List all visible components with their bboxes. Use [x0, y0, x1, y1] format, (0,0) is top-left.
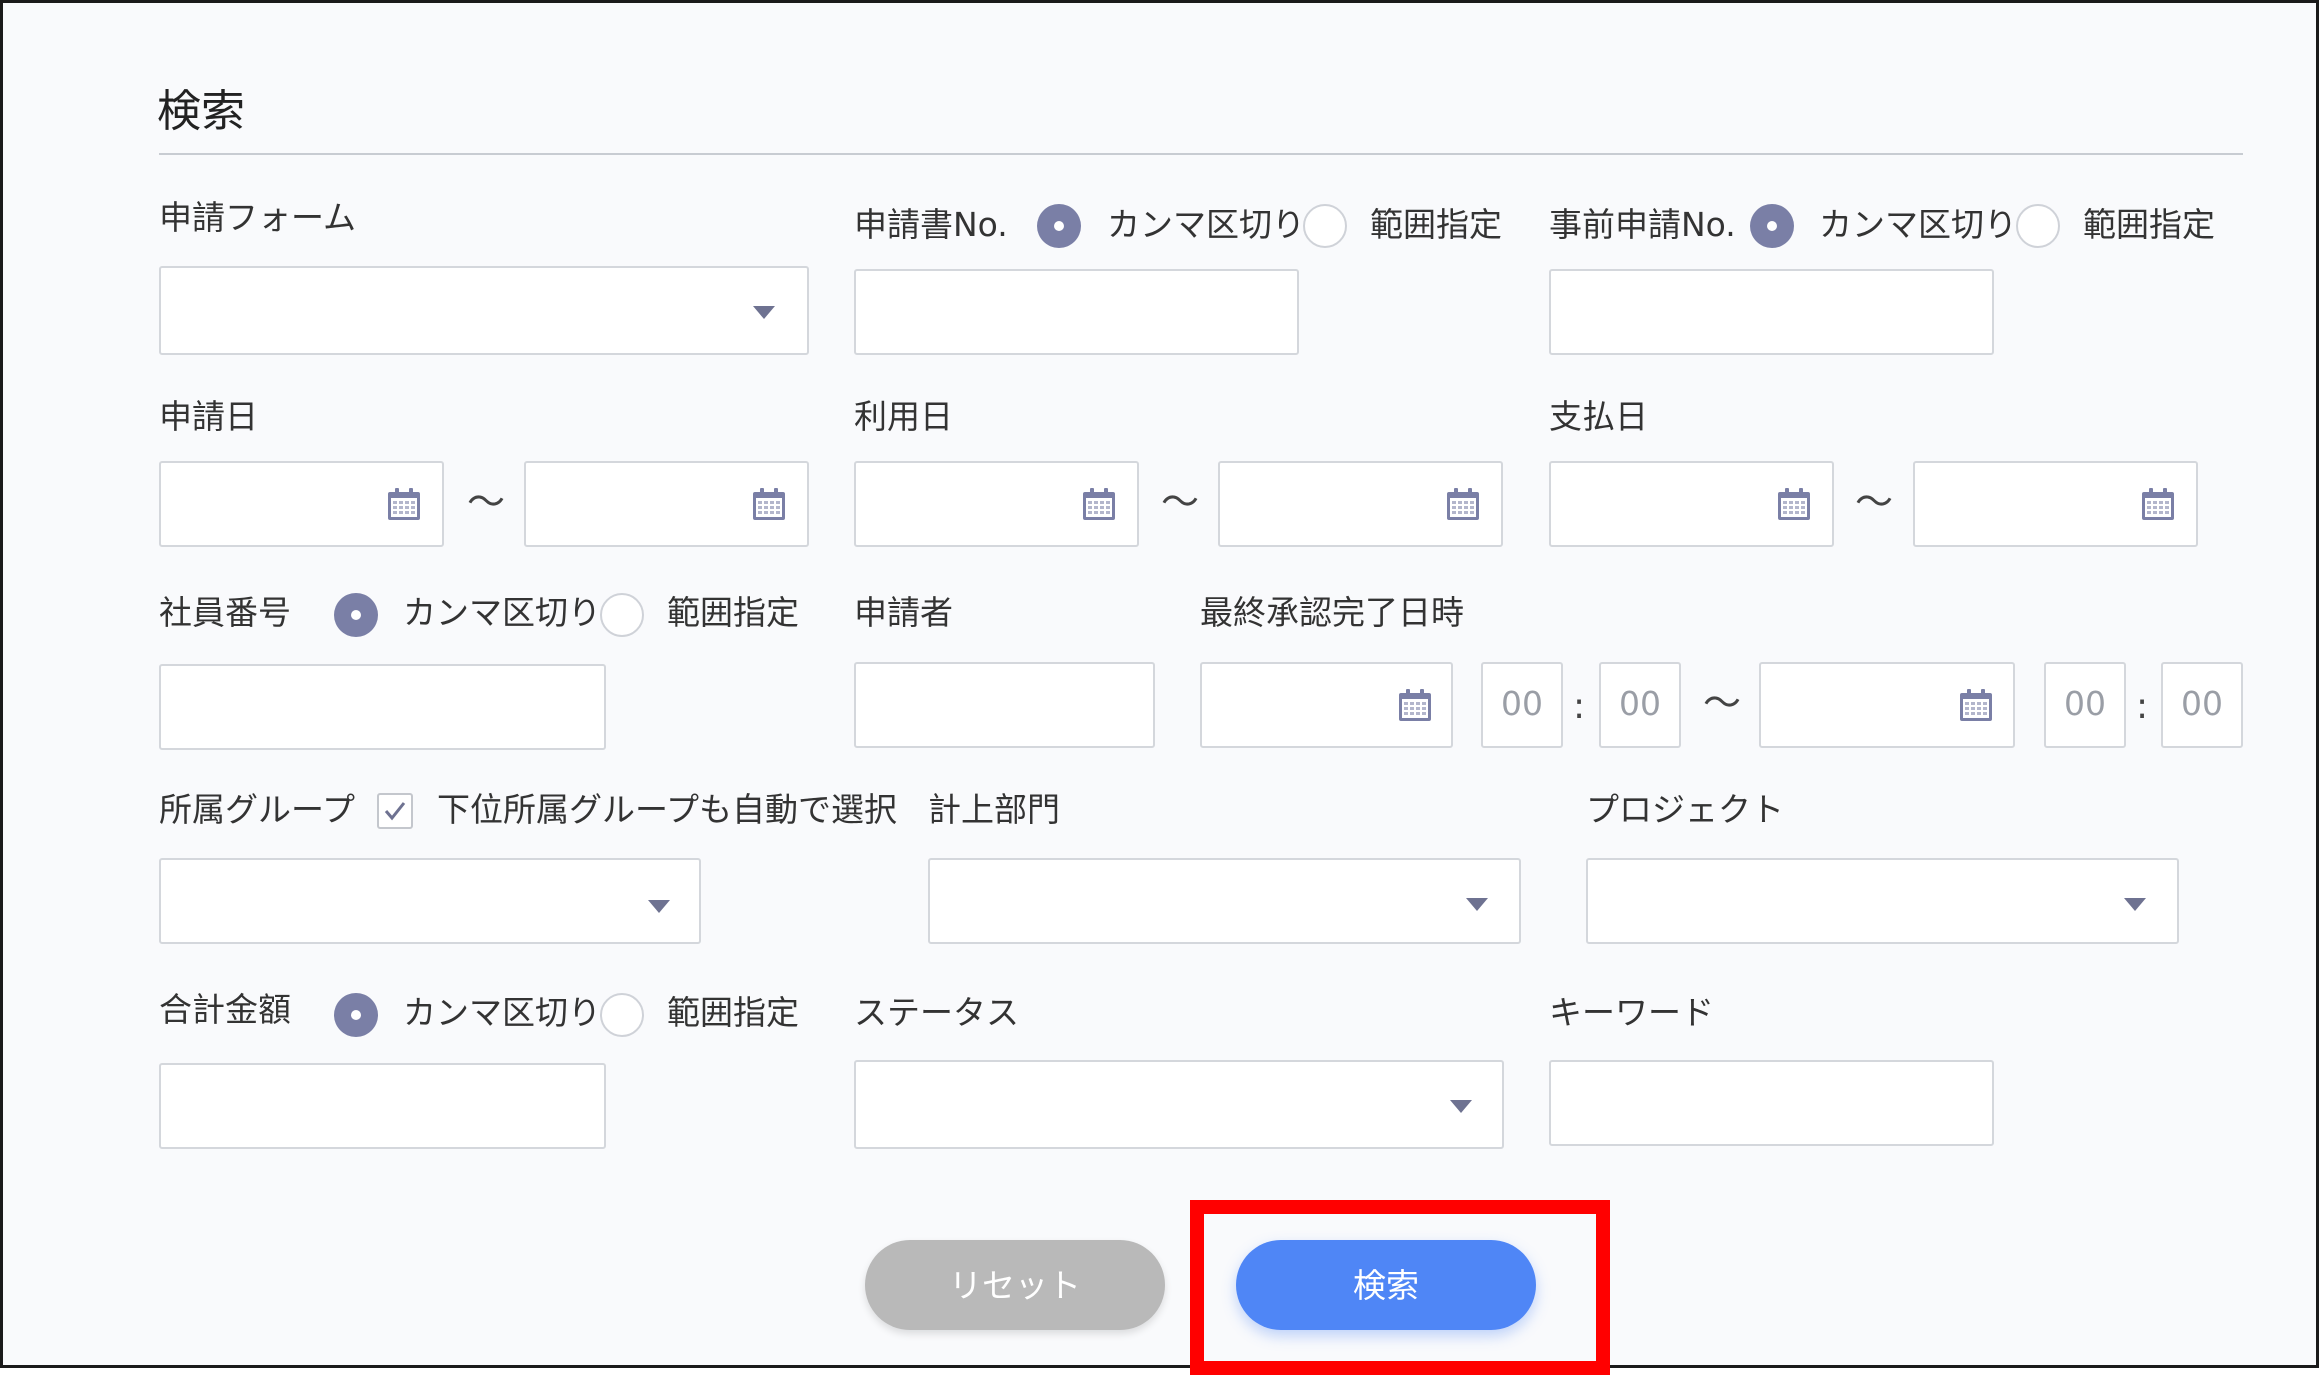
employee-no-comma-label: カンマ区切り [403, 593, 601, 632]
form-select[interactable] [159, 266, 809, 355]
total-range-radio[interactable] [600, 993, 644, 1037]
app-no-label: 申請書No. [854, 205, 1008, 244]
dept-label: 計上部門 [928, 790, 1060, 829]
dept-select[interactable] [928, 858, 1521, 944]
pay-date-label: 支払日 [1549, 397, 1648, 436]
pre-app-no-comma-radio[interactable] [1750, 204, 1794, 248]
chevron-down-icon [1466, 898, 1488, 911]
check-icon [384, 802, 406, 821]
total-input[interactable] [159, 1063, 606, 1149]
final-approval-hour-from[interactable]: 00 [1481, 662, 1563, 748]
search-panel: 検索 申請フォーム 申請書No. カンマ区切り 範囲指定 事前申請No. カンマ… [0, 0, 2319, 1368]
calendar-icon[interactable] [1959, 688, 1993, 722]
title-divider [159, 153, 2243, 155]
chevron-down-icon [2124, 898, 2146, 911]
chevron-down-icon [1450, 1100, 1472, 1113]
apply-date-to[interactable] [524, 461, 809, 547]
use-date-from[interactable] [854, 461, 1139, 547]
form-label: 申請フォーム [159, 198, 357, 237]
pay-date-from[interactable] [1549, 461, 1834, 547]
app-no-comma-label: カンマ区切り [1107, 205, 1305, 244]
total-comma-radio[interactable] [334, 993, 378, 1037]
applicant-label: 申請者 [854, 593, 953, 632]
calendar-icon[interactable] [2141, 487, 2175, 521]
app-no-comma-radio[interactable] [1037, 204, 1081, 248]
final-approval-label: 最終承認完了日時 [1200, 593, 1464, 632]
reset-button[interactable]: リセット [865, 1240, 1165, 1330]
apply-date-label: 申請日 [159, 397, 258, 436]
calendar-icon[interactable] [387, 487, 421, 521]
pre-app-no-input[interactable] [1549, 269, 1994, 355]
pre-app-no-comma-label: カンマ区切り [1819, 205, 2017, 244]
employee-no-range-radio[interactable] [600, 593, 644, 637]
use-date-separator: ～ [1161, 480, 1200, 524]
group-select[interactable] [159, 858, 701, 944]
pre-app-no-range-label: 範囲指定 [2083, 205, 2215, 244]
keyword-label: キーワード [1549, 993, 1714, 1032]
applicant-input[interactable] [854, 662, 1155, 748]
highlight-box [1190, 1200, 1610, 1375]
use-date-to[interactable] [1218, 461, 1503, 547]
final-approval-minute-to[interactable]: 00 [2161, 662, 2243, 748]
calendar-icon[interactable] [752, 487, 786, 521]
status-select[interactable] [854, 1060, 1504, 1149]
use-date-label: 利用日 [854, 397, 953, 436]
project-select[interactable] [1586, 858, 2179, 944]
final-approval-separator: ～ [1703, 681, 1742, 725]
total-comma-label: カンマ区切り [403, 993, 601, 1032]
page-title: 検索 [157, 86, 245, 137]
calendar-icon[interactable] [1082, 487, 1116, 521]
final-approval-hour-to[interactable]: 00 [2044, 662, 2126, 748]
keyword-input[interactable] [1549, 1060, 1994, 1146]
employee-no-range-label: 範囲指定 [667, 593, 799, 632]
pay-date-separator: ～ [1855, 480, 1894, 524]
pay-date-to[interactable] [1913, 461, 2198, 547]
include-subgroups-label: 下位所属グループも自動で選択 [437, 790, 898, 829]
app-no-range-label: 範囲指定 [1370, 205, 1502, 244]
chevron-down-icon [648, 900, 670, 913]
calendar-icon[interactable] [1777, 487, 1811, 521]
final-approval-date-to[interactable] [1759, 662, 2015, 748]
app-no-input[interactable] [854, 269, 1299, 355]
total-label: 合計金額 [159, 990, 291, 1029]
chevron-down-icon [753, 306, 775, 319]
time-colon: : [1573, 686, 1586, 727]
status-label: ステータス [854, 993, 1019, 1032]
group-label: 所属グループ [159, 790, 356, 829]
project-label: プロジェクト [1586, 790, 1784, 829]
pre-app-no-label: 事前申請No. [1549, 205, 1736, 244]
employee-no-comma-radio[interactable] [334, 593, 378, 637]
final-approval-date-from[interactable] [1200, 662, 1453, 748]
apply-date-from[interactable] [159, 461, 444, 547]
employee-no-label: 社員番号 [159, 593, 291, 632]
time-colon: : [2136, 686, 2149, 727]
pre-app-no-range-radio[interactable] [2016, 204, 2060, 248]
employee-no-input[interactable] [159, 664, 606, 750]
include-subgroups-checkbox[interactable] [377, 793, 413, 829]
apply-date-separator: ～ [467, 480, 506, 524]
calendar-icon[interactable] [1446, 487, 1480, 521]
total-range-label: 範囲指定 [667, 993, 799, 1032]
final-approval-minute-from[interactable]: 00 [1599, 662, 1681, 748]
calendar-icon[interactable] [1398, 688, 1432, 722]
app-no-range-radio[interactable] [1303, 204, 1347, 248]
